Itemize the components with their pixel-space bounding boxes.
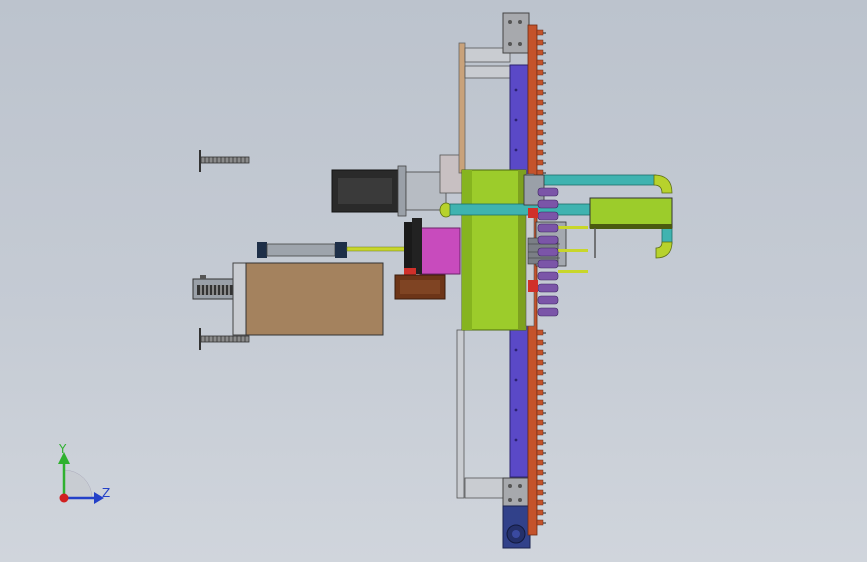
purple-gear xyxy=(537,283,559,293)
rack-tooth xyxy=(536,349,544,356)
control-box-plate xyxy=(232,262,248,336)
bottom-bracket xyxy=(502,477,530,509)
purple-gear xyxy=(537,259,559,269)
purple-gear xyxy=(537,295,559,305)
rack-tooth xyxy=(536,369,544,376)
rack-tooth xyxy=(536,409,544,416)
purple-gear-stack xyxy=(537,187,559,317)
rack-tooth xyxy=(536,169,544,176)
rack-tooth xyxy=(536,339,544,346)
rack-tooth xyxy=(536,379,544,386)
cad-viewport[interactable]: Y Z xyxy=(0,0,867,562)
rack-tooth xyxy=(536,119,544,126)
rack-tooth xyxy=(536,329,544,336)
rack-tooth xyxy=(536,419,544,426)
rack-tooth xyxy=(536,129,544,136)
triad-y-label: Y xyxy=(59,442,67,456)
spindle-assembly xyxy=(394,218,461,300)
pipe-middle xyxy=(439,202,591,218)
rack-tooth xyxy=(536,159,544,166)
main-drum xyxy=(461,169,535,331)
rack-tooth xyxy=(536,459,544,466)
triad-z-label: Z xyxy=(102,486,111,500)
purple-gear xyxy=(537,211,559,221)
rack-tooth xyxy=(536,359,544,366)
rack-tooth xyxy=(536,49,544,56)
coordinate-triad xyxy=(58,452,104,504)
rack-tooth xyxy=(536,99,544,106)
purple-gear xyxy=(537,235,559,245)
purple-gear xyxy=(537,199,559,209)
pipe-upper xyxy=(539,174,673,194)
rack-tooth xyxy=(536,429,544,436)
rack-tooth xyxy=(536,489,544,496)
rack-tooth xyxy=(536,139,544,146)
pipe-elbow-lower xyxy=(655,227,673,259)
rack-tooth xyxy=(536,509,544,516)
purple-gear xyxy=(537,223,559,233)
rack-tooth xyxy=(536,389,544,396)
rack-tooth xyxy=(536,39,544,46)
rack-tooth xyxy=(536,399,544,406)
rack-tooth xyxy=(536,29,544,36)
side-plate-lower xyxy=(456,329,465,499)
purple-gear xyxy=(537,307,559,317)
side-plate-upper xyxy=(458,42,466,174)
control-box xyxy=(245,262,384,336)
rack-tooth xyxy=(536,439,544,446)
rack-tooth xyxy=(536,79,544,86)
rack-tooth xyxy=(536,499,544,506)
rack-tooth xyxy=(536,149,544,156)
gearbox xyxy=(502,505,531,549)
rack-tooth xyxy=(536,109,544,116)
rack-tooth xyxy=(536,449,544,456)
rack-tooth xyxy=(536,89,544,96)
rack-tooth xyxy=(536,69,544,76)
purple-gear xyxy=(537,187,559,197)
bolt-top xyxy=(199,150,250,172)
rack-tooth xyxy=(536,59,544,66)
rack-tooth xyxy=(536,519,544,526)
top-bracket xyxy=(502,12,530,54)
purple-gear xyxy=(537,247,559,257)
rack-tooth xyxy=(536,479,544,486)
rack-tooth xyxy=(536,469,544,476)
purple-gear xyxy=(537,271,559,281)
machine-model[interactable] xyxy=(0,0,867,562)
